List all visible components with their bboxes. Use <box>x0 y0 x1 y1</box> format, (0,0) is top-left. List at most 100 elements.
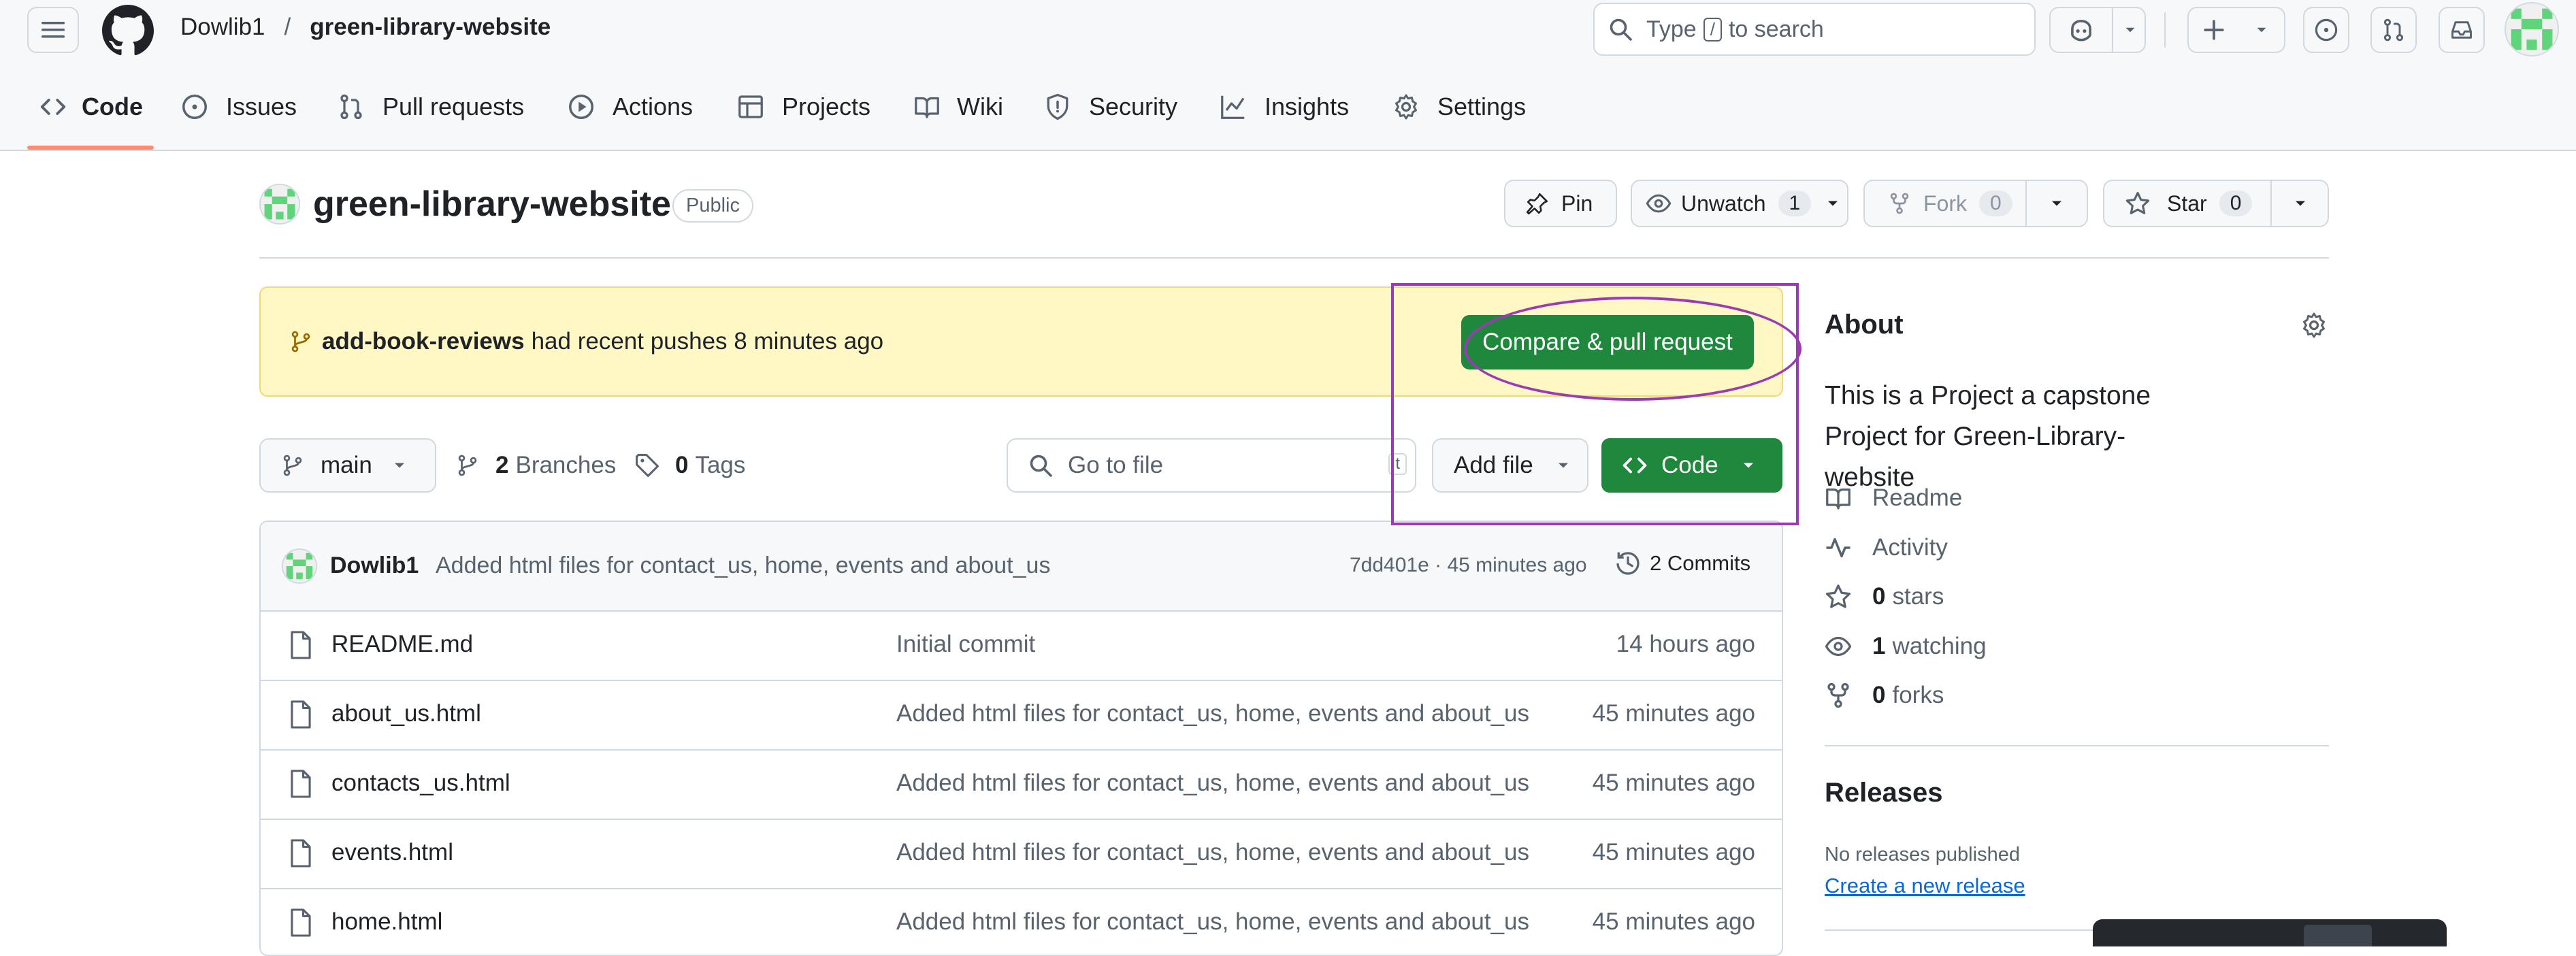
branches-count: 2 <box>495 452 509 478</box>
title-divider <box>259 257 2329 259</box>
identicon-icon <box>2506 3 2558 55</box>
file-icon <box>291 770 311 798</box>
repo-title[interactable]: green-library-website <box>313 184 671 225</box>
star-counter: 0 <box>2219 191 2253 216</box>
git-branch-icon <box>458 455 477 476</box>
search-key-hint: / <box>1703 17 1722 42</box>
file-name[interactable]: README.md <box>331 631 473 658</box>
file-commit-message[interactable]: Added html files for contact_us, home, e… <box>896 700 1529 727</box>
file-row[interactable]: home.html Added html files for contact_u… <box>259 888 1782 946</box>
pull-requests-shortcut-button[interactable] <box>2370 7 2417 53</box>
activity-label: Activity <box>1872 534 1948 561</box>
readme-link[interactable]: Readme <box>1825 484 1962 512</box>
floating-toast[interactable] <box>2093 919 2447 946</box>
releases-heading[interactable]: Releases <box>1825 778 1942 808</box>
inbox-icon <box>2451 21 2472 39</box>
tab-active-underline <box>27 146 154 150</box>
file-row[interactable]: contacts_us.html Added html files for co… <box>259 749 1782 819</box>
banner-branch-name[interactable]: add-book-reviews <box>322 328 525 355</box>
commit-sha-time[interactable]: 7dd401e · 45 minutes ago <box>1350 554 1587 577</box>
file-icon <box>291 631 311 659</box>
forks-link[interactable]: 0 forks <box>1825 682 1944 709</box>
commits-link[interactable]: 2 Commits <box>1614 550 1750 577</box>
fork-button[interactable]: Fork 0 <box>1863 180 2088 227</box>
code-icon <box>40 99 66 115</box>
chevron-down-icon <box>2125 27 2135 33</box>
tab-code[interactable]: Code <box>39 93 143 121</box>
file-commit-message[interactable]: Added html files for contact_us, home, e… <box>896 908 1529 936</box>
breadcrumb-separator: / <box>284 14 291 40</box>
menu-button[interactable] <box>27 7 79 53</box>
tab-issues[interactable]: Issues <box>181 93 297 121</box>
file-row[interactable]: about_us.html Added html files for conta… <box>259 680 1782 749</box>
pin-button[interactable]: Pin <box>1504 180 1617 227</box>
file-commit-message[interactable]: Added html files for contact_us, home, e… <box>896 839 1529 866</box>
user-avatar[interactable] <box>2505 2 2559 56</box>
tags-link[interactable]: 0 Tags <box>634 452 745 479</box>
history-icon <box>1616 552 1640 575</box>
create-new-button[interactable] <box>2187 7 2285 53</box>
tab-label: Insights <box>1265 93 1350 120</box>
commit-author-avatar[interactable] <box>282 548 317 584</box>
tab-projects[interactable]: Projects <box>737 93 870 121</box>
annotation-highlight-ellipse <box>1464 297 1801 401</box>
gear-icon <box>1395 94 1417 120</box>
identicon-icon <box>261 185 299 223</box>
graph-icon <box>1221 95 1245 119</box>
inbox-button[interactable] <box>2439 7 2485 53</box>
issues-shortcut-button[interactable] <box>2303 7 2349 53</box>
tab-label: Wiki <box>957 93 1003 120</box>
search-input[interactable]: Type / to search <box>1593 3 2036 56</box>
tags-count: 0 <box>675 452 689 478</box>
plus-icon <box>2204 20 2224 40</box>
branches-link[interactable]: 2 Branches <box>456 452 616 479</box>
no-releases-text: No releases published <box>1825 844 2020 866</box>
watching-link[interactable]: 1 watching <box>1825 633 1987 660</box>
go-to-file-input[interactable]: Go to file t <box>1007 438 1416 493</box>
about-settings-button[interactable] <box>2300 312 2328 339</box>
book-icon <box>915 97 939 118</box>
tab-label: Pull requests <box>382 93 525 120</box>
search-icon <box>1030 455 1052 477</box>
tab-insights[interactable]: Insights <box>1220 93 1349 121</box>
tab-settings[interactable]: Settings <box>1392 93 1526 121</box>
file-icon <box>291 700 311 729</box>
chevron-down-icon <box>394 463 404 468</box>
commit-author[interactable]: Dowlib1 <box>330 553 419 579</box>
commit-message[interactable]: Added html files for contact_us, home, e… <box>436 553 1050 579</box>
file-name[interactable]: about_us.html <box>331 700 481 727</box>
tags-label: Tags <box>695 452 746 478</box>
file-name[interactable]: contacts_us.html <box>331 770 510 797</box>
activity-link[interactable]: Activity <box>1825 534 1948 561</box>
toast-action[interactable] <box>2304 925 2372 946</box>
tab-pull-requests[interactable]: Pull requests <box>338 93 524 121</box>
git-branch-icon <box>291 331 310 352</box>
issue-opened-icon <box>182 95 207 119</box>
file-row[interactable]: README.md Initial commit 14 hours ago <box>259 610 1782 680</box>
github-logo[interactable] <box>102 5 154 56</box>
header-divider <box>2164 12 2166 48</box>
breadcrumb-repo[interactable]: green-library-website <box>310 14 551 41</box>
hamburger-icon <box>42 22 65 38</box>
git-pull-request-icon <box>340 94 362 120</box>
file-commit-message[interactable]: Initial commit <box>896 631 1035 658</box>
file-name[interactable]: events.html <box>331 839 453 866</box>
file-commit-message[interactable]: Added html files for contact_us, home, e… <box>896 770 1529 797</box>
tab-wiki[interactable]: Wiki <box>913 93 1003 121</box>
branch-selector[interactable]: main <box>259 438 436 493</box>
copilot-icon <box>2071 20 2091 42</box>
file-row[interactable]: events.html Added html files for contact… <box>259 819 1782 888</box>
unwatch-button[interactable]: Unwatch 1 <box>1631 180 1848 227</box>
breadcrumb-owner[interactable]: Dowlib1 <box>180 14 265 41</box>
stars-link[interactable]: 0 stars <box>1825 583 1944 610</box>
file-commit-time: 45 minutes ago <box>1592 839 1755 866</box>
tab-security[interactable]: Security <box>1044 93 1177 121</box>
create-release-link[interactable]: Create a new release <box>1825 874 2025 898</box>
star-button[interactable]: Star 0 <box>2103 180 2329 227</box>
file-commit-time: 14 hours ago <box>1616 631 1755 657</box>
banner-text: had recent pushes 8 minutes ago <box>531 328 884 355</box>
tab-actions[interactable]: Actions <box>568 93 693 121</box>
copilot-button[interactable] <box>2049 7 2146 53</box>
file-commit-time: 45 minutes ago <box>1592 700 1755 727</box>
file-name[interactable]: home.html <box>331 908 442 936</box>
